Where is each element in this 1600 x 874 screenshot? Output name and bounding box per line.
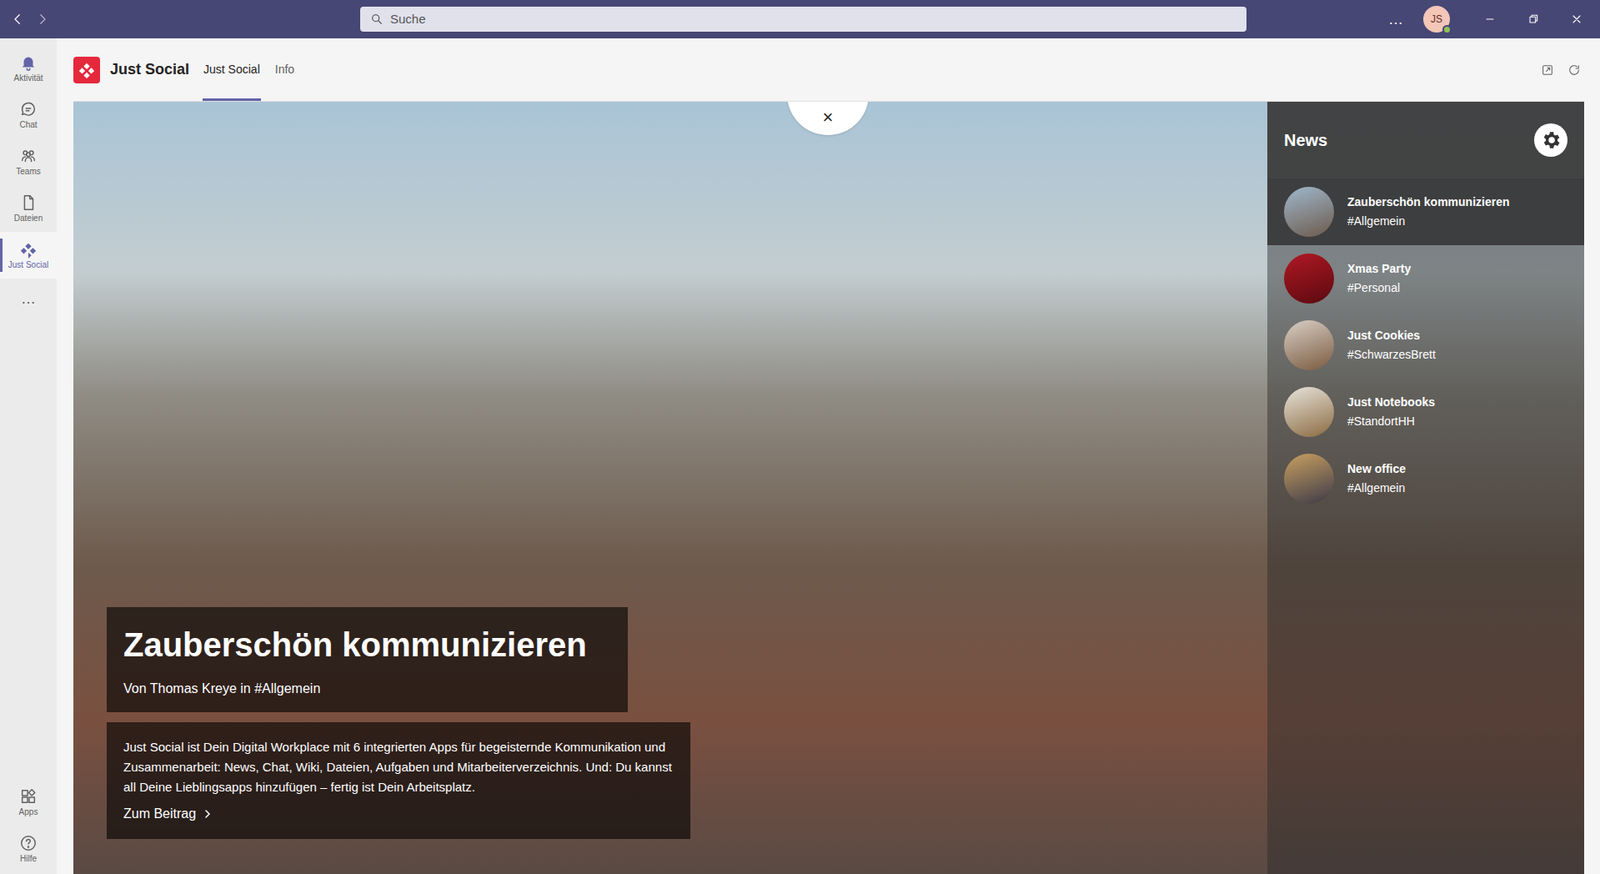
rail-item[interactable]: Aktivität	[0, 45, 57, 92]
rail-item[interactable]: Hilfe	[0, 825, 57, 873]
tab[interactable]: Info	[274, 38, 296, 101]
news-heading: News	[1284, 127, 1328, 153]
news-thumbnail	[1284, 453, 1335, 504]
news-title: Just Notebooks	[1347, 393, 1435, 412]
rail-label: Dateien	[14, 213, 43, 225]
news-tag: #Allgemein	[1347, 212, 1510, 231]
rail-item[interactable]: Apps	[0, 778, 57, 826]
news-panel: NewsZauberschön kommunizieren#AllgemeinX…	[1267, 101, 1585, 874]
news-thumbnail	[1284, 253, 1335, 304]
news-item[interactable]: Xmas Party#Personal	[1267, 245, 1585, 312]
window-controls	[1483, 12, 1594, 26]
read-more-label: Zum Beitrag	[123, 803, 196, 824]
news-title: Xmas Party	[1347, 260, 1411, 278]
apps-icon	[19, 787, 38, 806]
rail-item[interactable]: Chat	[0, 91, 57, 139]
tabs: Just Social Info	[202, 38, 296, 101]
nav-buttons	[10, 11, 344, 27]
search-box[interactable]	[360, 6, 1247, 32]
file-icon	[19, 193, 38, 212]
hero-byline: Von Thomas Kreye in #Allgemein	[123, 678, 612, 699]
rail-item[interactable]: Teams	[0, 138, 57, 186]
app-body: Aktivität Chat Teams Dateien Just Social … App…	[0, 38, 1600, 874]
rail-item[interactable]: Just Social	[0, 231, 57, 279]
chat-icon	[19, 100, 38, 119]
chevron-right-icon	[202, 808, 213, 819]
rail-item[interactable]: Dateien	[0, 185, 57, 232]
rail-label: Apps	[19, 807, 39, 818]
header-actions	[1540, 63, 1585, 77]
hero-title-box: Zauberschön kommunizieren Von Thomas Krey…	[106, 606, 628, 713]
rail-bottom: Apps Hilfe	[0, 778, 57, 874]
app-name: Just Social	[110, 58, 190, 81]
news-text: Zauberschön kommunizieren#Allgemein	[1347, 193, 1510, 231]
title-right: … JS	[1381, 5, 1594, 33]
rail-label: Just Social	[8, 260, 49, 271]
avatar-initials: JS	[1430, 11, 1443, 27]
close-button[interactable]: ×	[787, 101, 869, 136]
title-bar: … JS	[0, 0, 1600, 39]
news-header: News	[1267, 101, 1585, 179]
rail-more[interactable]: …	[0, 278, 57, 319]
back-icon[interactable]	[10, 11, 26, 27]
selected-indicator	[0, 238, 3, 272]
news-item[interactable]: New office#Allgemein	[1267, 445, 1585, 512]
just-social-icon	[19, 240, 38, 259]
news-text: Just Cookies#SchwarzesBrett	[1347, 326, 1436, 364]
main: Just Social Just Social Info × Zauberschön k…	[56, 38, 1600, 874]
tab-label: Just Social	[203, 58, 261, 79]
news-title: New office	[1347, 460, 1406, 478]
hero-card: Zauberschön kommunizieren Von Thomas Krey…	[106, 606, 691, 839]
rail-items: Aktivität Chat Teams Dateien Just Social …	[0, 38, 57, 319]
gear-icon[interactable]	[1534, 123, 1568, 157]
news-thumbnail	[1284, 186, 1335, 237]
app-logo-icon	[73, 56, 101, 84]
minimize-icon[interactable]	[1483, 12, 1497, 26]
news-tag: #Allgemein	[1347, 479, 1406, 497]
hero-title: Zauberschön kommunizieren	[123, 623, 612, 666]
tab[interactable]: Just Social	[202, 38, 261, 101]
tab-label: Info	[275, 58, 295, 79]
more-button[interactable]: …	[1381, 11, 1410, 27]
app-rail: Aktivität Chat Teams Dateien Just Social … App…	[0, 38, 57, 874]
news-tag: #Personal	[1347, 279, 1411, 297]
presence-dot	[1442, 25, 1452, 35]
close-glyph: ×	[822, 108, 834, 127]
news-tag: #StandortHH	[1347, 412, 1435, 431]
teams-icon	[19, 146, 38, 166]
news-item[interactable]: Just Notebooks#StandortHH	[1267, 378, 1585, 446]
search-input[interactable]	[390, 10, 1237, 30]
popout-icon[interactable]	[1540, 63, 1555, 77]
news-text: Xmas Party#Personal	[1347, 260, 1411, 297]
refresh-icon[interactable]	[1567, 63, 1581, 77]
news-tag: #SchwarzesBrett	[1347, 346, 1436, 364]
hero-photo: × Zauberschön kommunizieren Von Thomas Kre…	[73, 101, 1585, 874]
rail-label: Chat	[19, 120, 37, 131]
search-icon	[370, 12, 384, 26]
news-title: Zauberschön kommunizieren	[1347, 193, 1510, 211]
help-icon	[19, 833, 38, 853]
rail-label: Aktivität	[13, 73, 43, 85]
forward-icon[interactable]	[35, 11, 51, 27]
avatar[interactable]: JS	[1423, 5, 1450, 33]
bell-icon	[19, 53, 38, 72]
news-title: Just Cookies	[1347, 326, 1436, 345]
news-item[interactable]: Just Cookies#SchwarzesBrett	[1267, 311, 1585, 379]
news-text: New office#Allgemein	[1347, 460, 1406, 497]
hero-description: Just Social ist Dein Digital Workplace m…	[123, 737, 674, 798]
read-more-link[interactable]: Zum Beitrag	[123, 803, 674, 824]
hero-description-box: Just Social ist Dein Digital Workplace m…	[106, 722, 691, 839]
app-header: Just Social Just Social Info	[73, 38, 1585, 102]
rail-label: Hilfe	[20, 853, 37, 865]
rail-label: Teams	[15, 166, 41, 178]
news-thumbnail	[1284, 386, 1335, 437]
restore-icon[interactable]	[1526, 12, 1540, 26]
news-item[interactable]: Zauberschön kommunizieren#Allgemein	[1267, 178, 1585, 246]
news-thumbnail	[1284, 320, 1335, 371]
close-window-icon[interactable]	[1569, 12, 1584, 26]
news-text: Just Notebooks#StandortHH	[1347, 393, 1435, 431]
